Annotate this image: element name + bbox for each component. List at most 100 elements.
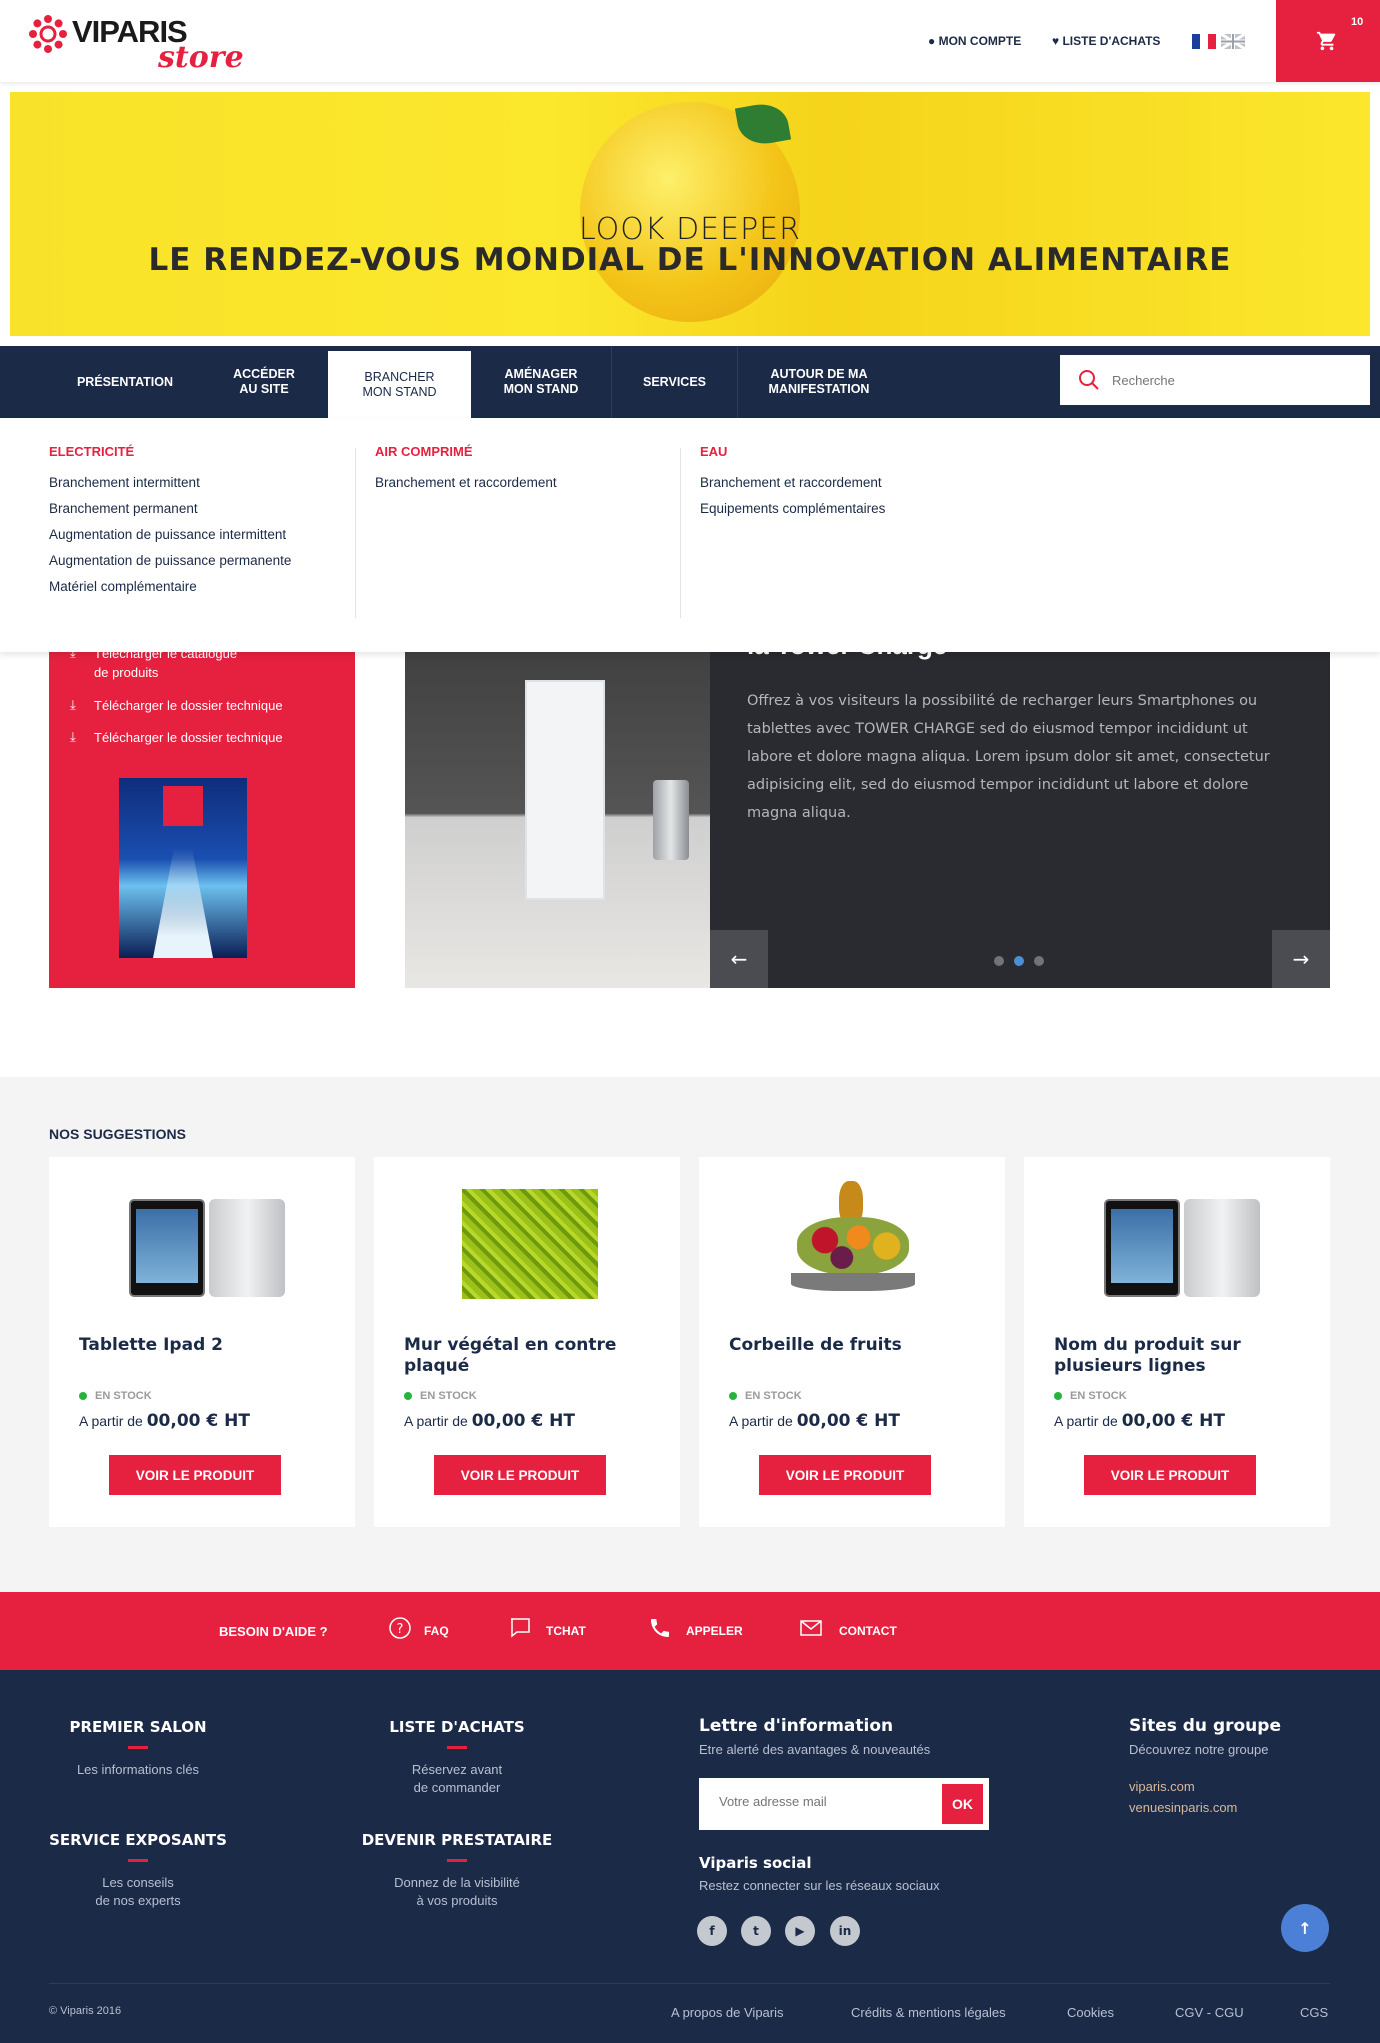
footer-text: Les conseils de nos experts	[95, 1875, 181, 1908]
newsletter-submit-button[interactable]: OK	[942, 1784, 983, 1824]
mega-link[interactable]: Augmentation de puissance permanente	[49, 553, 291, 579]
product-name: Nom du produit sur plusieurs lignes	[1054, 1335, 1241, 1376]
search-box[interactable]	[1060, 355, 1370, 405]
footer-accent-bar	[447, 1859, 467, 1862]
mega-link[interactable]: Branchement et raccordement	[700, 475, 885, 501]
footer-devenir-prestataire[interactable]: DEVENIR PRESTATAIRE Donnez de la visibil…	[347, 1831, 567, 1910]
mega-link[interactable]: Branchement permanent	[49, 501, 291, 527]
linkedin-icon[interactable]: in	[830, 1916, 860, 1946]
download-technical-link[interactable]: Télécharger le dossier technique	[94, 696, 283, 715]
slide-dot-active[interactable]	[1014, 956, 1024, 966]
footer-accent-bar	[128, 1746, 148, 1749]
mega-link[interactable]: Matériel complémentaire	[49, 579, 291, 605]
slide-description: Offrez à vos visiteurs la possibilité de…	[747, 693, 1270, 821]
slide-next-button[interactable]: →	[1272, 930, 1330, 988]
product-card: Mur végétal en contre plaqué EN STOCK A …	[374, 1157, 680, 1527]
footer-liste-achats[interactable]: LISTE D'ACHATS Réservez avant de command…	[347, 1718, 567, 1797]
mega-divider	[355, 448, 356, 618]
stock-status: EN STOCK	[404, 1390, 477, 1402]
footer-link-cgs[interactable]: CGS	[1300, 2005, 1328, 2020]
nav-amenager[interactable]: AMÉNAGER MON STAND	[471, 346, 611, 418]
group-sites-block: Sites du groupe Découvrez notre groupe v…	[1129, 1716, 1281, 1815]
help-bar: BESOIN D'AIDE ? ? FAQ TCHAT APPELER CONT…	[0, 1592, 1380, 1670]
download-technical-link[interactable]: Télécharger le dossier technique	[94, 728, 283, 747]
footer-link-credits[interactable]: Crédits & mentions légales	[851, 2005, 1006, 2020]
flag-fr-button[interactable]	[1192, 34, 1216, 49]
footer-accent-bar	[447, 1746, 467, 1749]
mega-link[interactable]: Augmentation de puissance intermittent	[49, 527, 291, 553]
slide-dot[interactable]	[1034, 956, 1044, 966]
suggestions-section: NOS SUGGESTIONS Tablette Ipad 2 EN STOCK…	[0, 1077, 1380, 1592]
copyright: © Viparis 2016	[49, 2005, 122, 2017]
price-prefix: A partir de	[404, 1413, 472, 1429]
view-product-button[interactable]: VOIR LE PRODUIT	[109, 1455, 281, 1495]
search-input[interactable]	[1112, 372, 1342, 388]
nav-autour[interactable]: AUTOUR DE MA MANIFESTATION	[738, 346, 900, 418]
slide-prev-button[interactable]: ←	[710, 930, 768, 988]
scroll-to-top-button[interactable]: ↑	[1281, 1904, 1329, 1952]
search-icon	[1079, 370, 1099, 390]
footer-heading: LISTE D'ACHATS	[389, 1718, 525, 1736]
catalogue-poster-image[interactable]	[119, 778, 247, 958]
mega-link[interactable]: Branchement intermittent	[49, 475, 291, 501]
mega-link[interactable]: Equipements complémentaires	[700, 501, 885, 527]
heart-icon: ♥	[1052, 34, 1060, 48]
price-value: 00,00 € HT	[146, 1411, 250, 1431]
twitter-icon[interactable]: t	[741, 1916, 771, 1946]
nav-acceder[interactable]: ACCÉDER AU SITE	[200, 346, 328, 418]
newsletter-title: Lettre d'information	[699, 1716, 894, 1736]
group-link-viparis[interactable]: viparis.com	[1129, 1779, 1281, 1794]
view-product-button[interactable]: VOIR LE PRODUIT	[434, 1455, 606, 1495]
mega-col-title: EAU	[700, 444, 728, 459]
flag-uk-button[interactable]	[1220, 32, 1246, 51]
social-title: Viparis social	[699, 1854, 812, 1872]
arrow-right-icon: →	[1292, 947, 1310, 971]
product-price: A partir de 00,00 € HT	[729, 1411, 900, 1431]
slide-content: la Tower Charge Offrez à vos visiteurs l…	[710, 600, 1330, 988]
site-footer: PREMIER SALON Les informations clés LIST…	[0, 1670, 1380, 2043]
cart-button[interactable]: 10	[1276, 0, 1380, 82]
nav-services[interactable]: SERVICES	[612, 346, 737, 418]
footer-accent-bar	[128, 1859, 148, 1862]
call-link[interactable]: APPELER	[686, 1624, 743, 1638]
product-price: A partir de 00,00 € HT	[79, 1411, 250, 1431]
contact-link[interactable]: CONTACT	[839, 1624, 897, 1638]
newsletter-email-input[interactable]	[719, 1794, 939, 1809]
view-product-button[interactable]: VOIR LE PRODUIT	[1084, 1455, 1256, 1495]
product-name: Corbeille de fruits	[729, 1335, 902, 1355]
price-prefix: A partir de	[729, 1413, 797, 1429]
wishlist-link[interactable]: ♥ LISTE D'ACHATS	[1052, 34, 1160, 48]
social-subtitle: Restez connecter sur les réseaux sociaux	[699, 1878, 940, 1893]
arrow-up-icon: ↑	[1298, 1918, 1312, 1938]
slide-dot[interactable]	[994, 956, 1004, 966]
group-link-venues[interactable]: venuesinparis.com	[1129, 1800, 1281, 1815]
footer-service-exposants[interactable]: SERVICE EXPOSANTS Les conseils de nos ex…	[28, 1831, 248, 1910]
nav-presentation[interactable]: PRÉSENTATION	[50, 346, 200, 418]
footer-premier-salon[interactable]: PREMIER SALON Les informations clés	[28, 1718, 248, 1779]
faq-link[interactable]: FAQ	[424, 1624, 449, 1638]
green-wall-image	[444, 1177, 610, 1302]
footer-link-cgv[interactable]: CGV - CGU	[1175, 2005, 1244, 2020]
mail-icon	[800, 1620, 822, 1636]
mega-link[interactable]: Branchement et raccordement	[375, 475, 557, 501]
nav-brancher[interactable]: BRANCHER MON STAND	[328, 351, 471, 418]
price-value: 00,00 € HT	[796, 1411, 900, 1431]
view-product-button[interactable]: VOIR LE PRODUIT	[759, 1455, 931, 1495]
main-nav: PRÉSENTATION ACCÉDER AU SITE BRANCHER MO…	[0, 346, 1380, 418]
account-link[interactable]: ● MON COMPTE	[928, 34, 1021, 48]
svg-text:?: ?	[397, 1622, 404, 1637]
hero-banner[interactable]: LOOK DEEPER LE RENDEZ-VOUS MONDIAL DE L'…	[10, 92, 1370, 336]
footer-link-about[interactable]: A propos de Viparis	[671, 2005, 784, 2020]
footer-text: Réservez avant de commander	[411, 1762, 503, 1795]
banner-headline: LE RENDEZ-VOUS MONDIAL DE L'INNOVATION A…	[148, 242, 1232, 278]
price-value: 00,00 € HT	[471, 1411, 575, 1431]
price-prefix: A partir de	[1054, 1413, 1122, 1429]
product-card: Nom du produit sur plusieurs lignes EN S…	[1024, 1157, 1330, 1527]
facebook-icon[interactable]: f	[697, 1916, 727, 1946]
footer-heading: DEVENIR PRESTATAIRE	[361, 1831, 553, 1849]
chat-link[interactable]: TCHAT	[546, 1624, 586, 1638]
youtube-icon[interactable]: ▶	[785, 1916, 815, 1946]
product-name: Tablette Ipad 2	[79, 1335, 223, 1355]
footer-link-cookies[interactable]: Cookies	[1067, 2005, 1114, 2020]
question-icon: ?	[389, 1617, 411, 1639]
